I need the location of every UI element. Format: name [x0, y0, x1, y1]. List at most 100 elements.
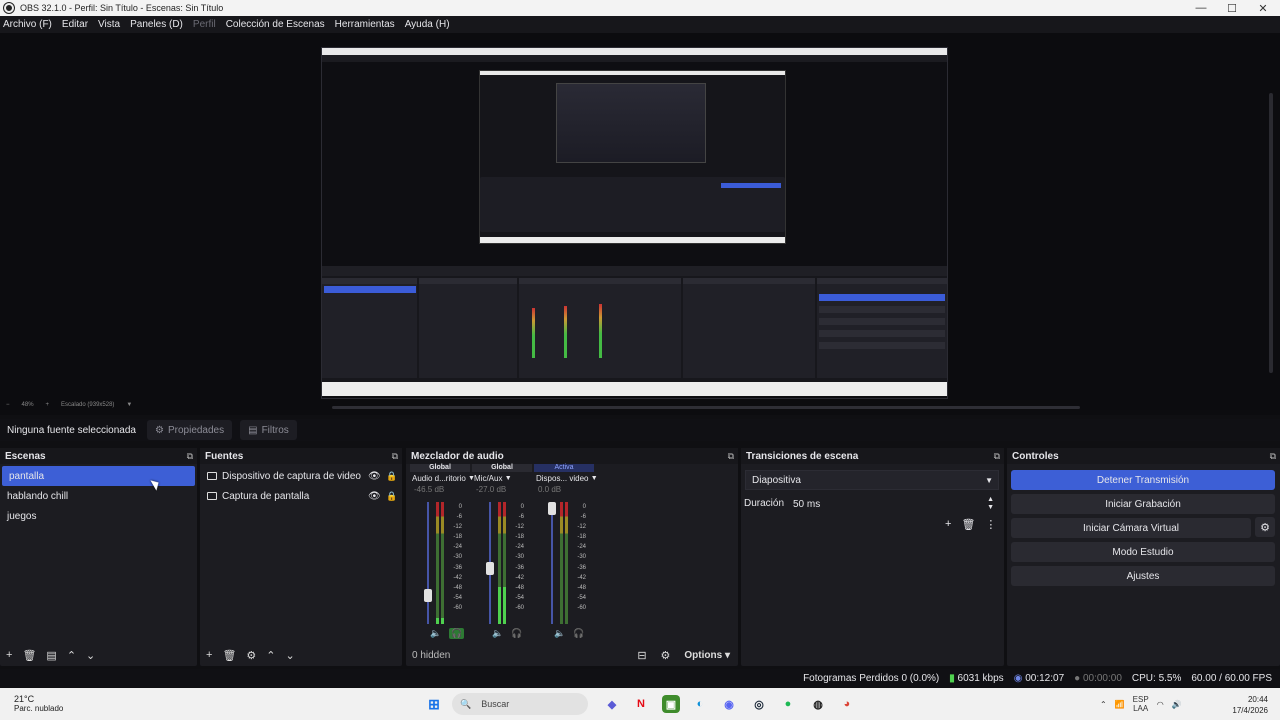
remove-source-icon[interactable]: 🗑 [222, 649, 236, 662]
add-scene-icon[interactable]: + [6, 649, 12, 661]
no-source-selected-label: Ninguna fuente seleccionada [7, 424, 136, 436]
move-down-icon[interactable]: ⌄ [286, 649, 295, 662]
nested-meter [564, 306, 567, 358]
preview-area[interactable]: − 48% + Escalado (939x528) ▼ [0, 33, 1280, 415]
scene-item-juegos[interactable]: juegos [0, 506, 197, 526]
transition-select[interactable]: Diapositiva ▼ [745, 470, 999, 490]
start-recording-button[interactable]: Iniciar Grabación [1011, 494, 1275, 514]
undock-icon[interactable]: ⧉ [1270, 451, 1276, 462]
more-options-icon[interactable]: ⋮ [985, 518, 996, 531]
menu-perfil[interactable]: Perfil [193, 19, 216, 30]
move-up-icon[interactable]: ⌃ [67, 649, 76, 662]
fader-handle[interactable] [548, 502, 556, 515]
menu-ayuda[interactable]: Ayuda (H) [405, 19, 450, 30]
menu-editar[interactable]: Editar [62, 19, 88, 30]
windows-start-icon[interactable]: ⊞ [425, 695, 443, 713]
scale-tick: -24 [515, 544, 524, 551]
zoom-dropdown-icon[interactable]: ▼ [126, 402, 132, 408]
source-item-capture-device[interactable]: Dispositivo de captura de video 👁 🔒 [200, 466, 402, 486]
undock-icon[interactable]: ⧉ [994, 451, 1000, 462]
layout-toggle-icon[interactable]: ⊟ [637, 649, 646, 662]
stop-streaming-button[interactable]: Detener Transmisión [1011, 470, 1275, 490]
fader-handle[interactable] [424, 589, 432, 602]
spotify-icon[interactable]: ● [779, 695, 797, 713]
headphones-icon[interactable]: 🎧 [511, 628, 522, 639]
app-arrow-icon[interactable]: ◆ [603, 695, 621, 713]
weather-widget[interactable]: 21°C Parc. nublado [14, 694, 63, 714]
preview-canvas[interactable] [321, 47, 948, 399]
properties-button[interactable]: ⚙ Propiedades [147, 420, 233, 440]
steam-icon[interactable]: ◎ [750, 695, 768, 713]
speaker-icon[interactable]: 🔈 [430, 628, 441, 639]
edge-icon[interactable]: ◐ [691, 695, 709, 713]
add-source-icon[interactable]: + [206, 649, 212, 661]
source-item-screen-capture[interactable]: Captura de pantalla 👁 🔒 [200, 486, 402, 506]
channel-name[interactable]: Audio d...ritorio ▼ [410, 472, 475, 485]
zoom-in-icon[interactable]: + [46, 402, 50, 408]
minimize-button[interactable]: — [1186, 0, 1216, 16]
volume-fader[interactable] [424, 502, 432, 624]
add-transition-icon[interactable]: + [945, 518, 951, 531]
remove-transition-icon[interactable]: 🗑 [961, 518, 975, 531]
advanced-audio-icon[interactable]: ⚙ [661, 649, 671, 662]
visibility-eye-icon[interactable]: 👁 [368, 471, 381, 482]
lock-icon[interactable]: 🔒 [386, 491, 397, 502]
source-properties-icon[interactable]: ⚙ [246, 649, 256, 662]
visibility-eye-icon[interactable]: 👁 [368, 491, 381, 502]
undock-icon[interactable]: ⧉ [187, 451, 193, 462]
undock-icon[interactable]: ⧉ [728, 451, 734, 462]
channel-name[interactable]: Mic/Aux ▼ [472, 472, 532, 485]
virtual-camera-settings-icon[interactable]: ⚙ [1255, 517, 1275, 537]
zoom-out-icon[interactable]: − [6, 402, 10, 408]
volume-fader[interactable] [548, 502, 556, 624]
stepper-arrows-icon[interactable]: ▲ ▼ [987, 496, 994, 512]
duration-stepper[interactable]: 50 ms ▲ ▼ [787, 494, 999, 514]
volume-icon[interactable]: 🔊 [1172, 700, 1182, 709]
start-virtual-camera-button[interactable]: Iniciar Cámara Virtual [1011, 518, 1251, 538]
menu-vista[interactable]: Vista [98, 19, 120, 30]
move-down-icon[interactable]: ⌄ [86, 649, 95, 662]
scene-item-hablando-chill[interactable]: hablando chill [0, 486, 197, 506]
studio-mode-button[interactable]: Modo Estudio [1011, 542, 1275, 562]
channel-tag: Global [472, 464, 532, 472]
network-icon[interactable]: 📶 [1115, 700, 1125, 709]
taskbar-clock[interactable]: 20:44 17/4/2026 [1232, 694, 1268, 716]
scale-tick: 0 [458, 504, 462, 510]
minecraft-icon[interactable]: ▣ [662, 695, 680, 713]
lock-icon[interactable]: 🔒 [386, 471, 397, 482]
menu-coleccion-escenas[interactable]: Colección de Escenas [226, 19, 325, 30]
taskbar-search[interactable]: 🔍 Buscar [452, 693, 588, 715]
remove-scene-icon[interactable]: 🗑 [22, 649, 36, 662]
scene-filters-icon[interactable]: ▤ [46, 649, 56, 662]
headphones-icon[interactable]: 🎧 [449, 628, 465, 639]
menu-archivo[interactable]: Archivo (F) [3, 19, 52, 30]
filters-button[interactable]: ▤ Filtros [240, 420, 297, 440]
menu-herramientas[interactable]: Herramientas [335, 19, 395, 30]
options-button[interactable]: Options ▾ [684, 650, 730, 661]
fader-handle[interactable] [486, 562, 494, 575]
keyboard-language[interactable]: ESP LAA [1133, 695, 1149, 713]
channel-name[interactable]: Dispos... video ▼ [534, 472, 598, 485]
undock-icon[interactable]: ⧉ [392, 451, 398, 462]
windows-taskbar: 21°C Parc. nublado ⊞ 🔍 Buscar ◆ N ▣ ◐ ◉ … [0, 688, 1280, 720]
preview-horizontal-scrollbar[interactable] [332, 406, 1080, 409]
netflix-icon[interactable]: N [632, 695, 650, 713]
move-up-icon[interactable]: ⌃ [266, 649, 275, 662]
settings-button[interactable]: Ajustes [1011, 566, 1275, 586]
controls-title: Controles [1012, 450, 1059, 462]
headphones-icon[interactable]: 🎧 [573, 628, 584, 639]
tray-expand-icon[interactable]: ⌃ [1100, 700, 1107, 709]
chrome-icon[interactable]: ◕ [838, 695, 856, 713]
discord-icon[interactable]: ◉ [720, 695, 738, 713]
menu-paneles[interactable]: Paneles (D) [130, 19, 183, 30]
maximize-button[interactable]: ☐ [1217, 0, 1247, 16]
obs-taskbar-icon[interactable]: ◍ [809, 695, 827, 713]
preview-vertical-scrollbar[interactable] [1269, 93, 1273, 373]
scale-tick: -6 [456, 514, 462, 521]
close-button[interactable]: ✕ [1248, 0, 1278, 16]
wifi-icon[interactable]: ◠ [1157, 700, 1164, 709]
speaker-icon[interactable]: 🔈 [554, 628, 565, 639]
speaker-icon[interactable]: 🔈 [492, 628, 503, 639]
volume-fader[interactable] [486, 502, 494, 624]
scene-item-pantalla[interactable]: pantalla [2, 466, 195, 486]
